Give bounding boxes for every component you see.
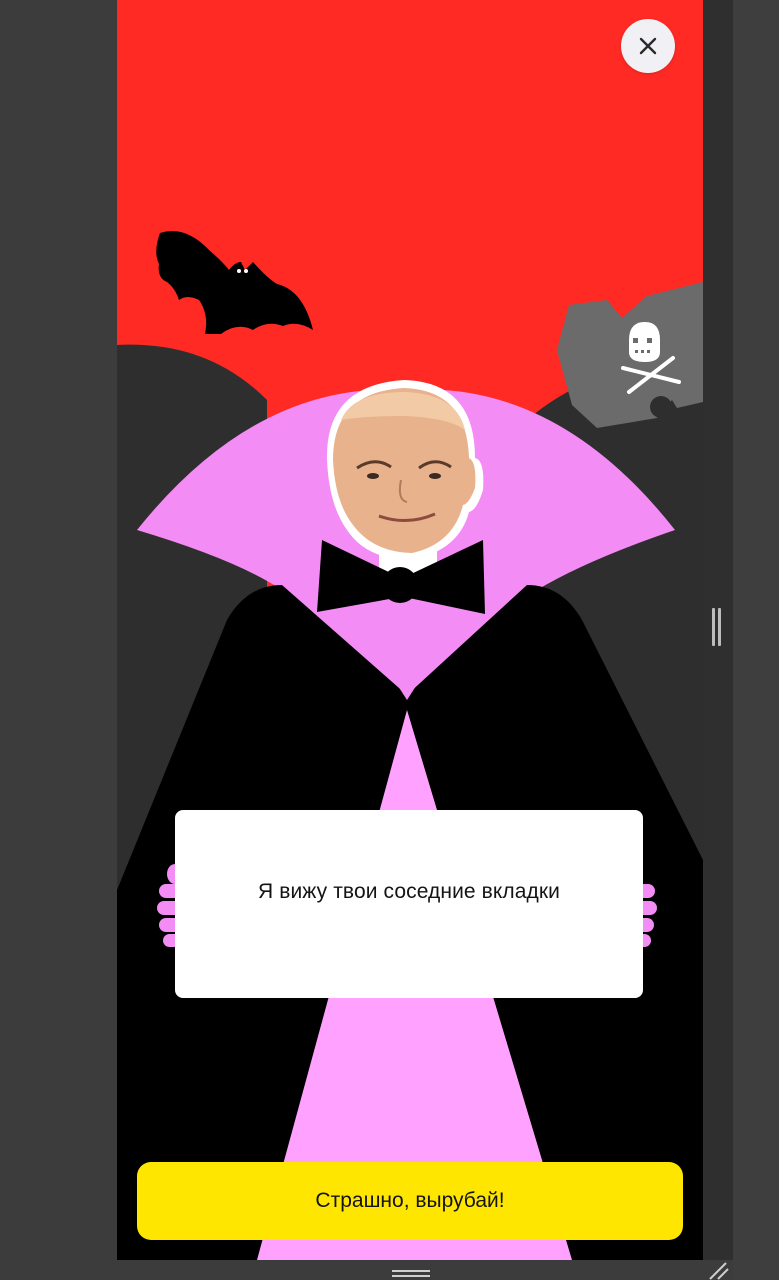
close-button[interactable] [621, 19, 675, 73]
window-edge [733, 0, 779, 1280]
resize-grip-icon[interactable] [706, 1262, 730, 1280]
message-text: Я вижу твои соседние вкладки [258, 880, 560, 903]
vampire-illustration [117, 231, 703, 1260]
message-card: Я вижу твои соседние вкладки [175, 810, 643, 998]
splitter-handle[interactable] [712, 608, 722, 646]
close-icon [639, 37, 657, 55]
halloween-popup: Я вижу твои соседние вкладки Страшно, вы… [117, 0, 703, 1260]
dismiss-button[interactable]: Страшно, вырубай! [137, 1162, 683, 1240]
skull-and-crossbones-icon [557, 282, 703, 428]
bat-icon [156, 231, 313, 334]
dismiss-button-label: Страшно, вырубай! [315, 1189, 505, 1212]
drag-handle-icon[interactable] [392, 1270, 430, 1280]
